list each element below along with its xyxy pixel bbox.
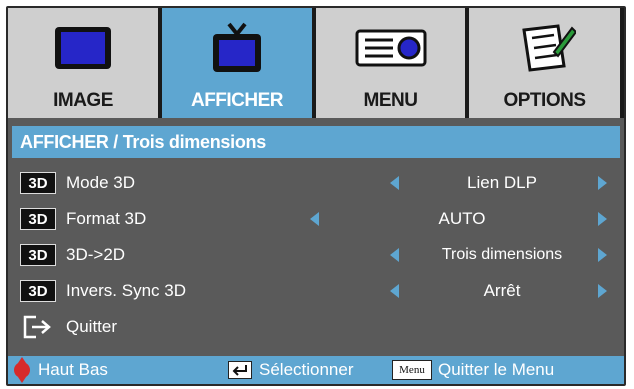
row-value: Lien DLP: [467, 173, 537, 192]
arrow-right-icon[interactable]: [598, 212, 607, 226]
row-label: Mode 3D: [66, 173, 135, 192]
quit-label: Quitter: [66, 317, 118, 336]
arrow-right-icon[interactable]: [598, 176, 607, 190]
tv-icon: [207, 22, 267, 74]
quit-menu-label: Quitter le Menu: [438, 360, 555, 379]
tab-menu[interactable]: MENU: [316, 8, 465, 118]
arrow-right-icon[interactable]: [598, 248, 607, 262]
menu-row-mode-3d[interactable]: 3D Mode 3D Lien DLP: [8, 166, 624, 200]
updown-label: Haut Bas: [38, 360, 108, 379]
select-label: Sélectionner: [259, 360, 354, 379]
arrow-left-icon[interactable]: [390, 248, 399, 262]
projector-icon: [355, 22, 427, 74]
tab-menu-label: MENU: [363, 90, 418, 111]
tab-image-label: IMAGE: [53, 90, 113, 111]
tab-image[interactable]: IMAGE: [8, 8, 158, 118]
tab-options-label: OPTIONS: [503, 90, 586, 111]
arrow-right-icon[interactable]: [598, 284, 607, 298]
arrow-left-icon[interactable]: [390, 284, 399, 298]
menu-row-invers-sync-3d[interactable]: 3D Invers. Sync 3D Arrêt: [8, 274, 624, 308]
menu-row-3d-to-2d[interactable]: 3D 3D->2D Trois dimensions: [8, 238, 624, 272]
3d-badge-icon: 3D: [20, 244, 56, 266]
menu-row-quitter[interactable]: Quitter: [8, 310, 624, 344]
3d-badge-icon: 3D: [20, 208, 56, 230]
row-label: Invers. Sync 3D: [66, 281, 186, 300]
tab-options[interactable]: OPTIONS: [469, 8, 620, 118]
row-label: Format 3D: [66, 209, 147, 228]
arrow-left-icon[interactable]: [310, 212, 319, 226]
arrow-left-icon[interactable]: [390, 176, 399, 190]
section-title: AFFICHER / Trois dimensions: [12, 126, 620, 158]
row-value: Arrêt: [483, 281, 521, 300]
3d-badge-icon: 3D: [20, 172, 56, 194]
exit-icon: [23, 315, 51, 339]
enter-key-icon: [228, 361, 252, 379]
row-value: AUTO: [438, 209, 486, 228]
3d-badge-icon: 3D: [20, 280, 56, 302]
osd-menu: IMAGE AFFICHER MENU OPTIONS AFFICHER / T…: [6, 6, 626, 386]
menu-key-icon: Menu: [392, 360, 432, 380]
menu-row-format-3d[interactable]: 3D Format 3D AUTO: [8, 202, 624, 236]
menu-panel: AFFICHER / Trois dimensions 3D Mode 3D L…: [8, 118, 624, 356]
tab-afficher[interactable]: AFFICHER: [162, 8, 312, 118]
monitor-icon: [53, 22, 113, 74]
row-value: Trois dimensions: [441, 246, 563, 263]
row-label: 3D->2D: [66, 245, 126, 264]
checklist-icon: [514, 22, 576, 74]
up-down-icon: [14, 357, 30, 383]
footer-bar: Haut Bas Sélectionner Menu Quitter le Me…: [8, 356, 624, 384]
tab-bar: IMAGE AFFICHER MENU OPTIONS: [8, 8, 624, 118]
tab-afficher-label: AFFICHER: [190, 90, 284, 111]
